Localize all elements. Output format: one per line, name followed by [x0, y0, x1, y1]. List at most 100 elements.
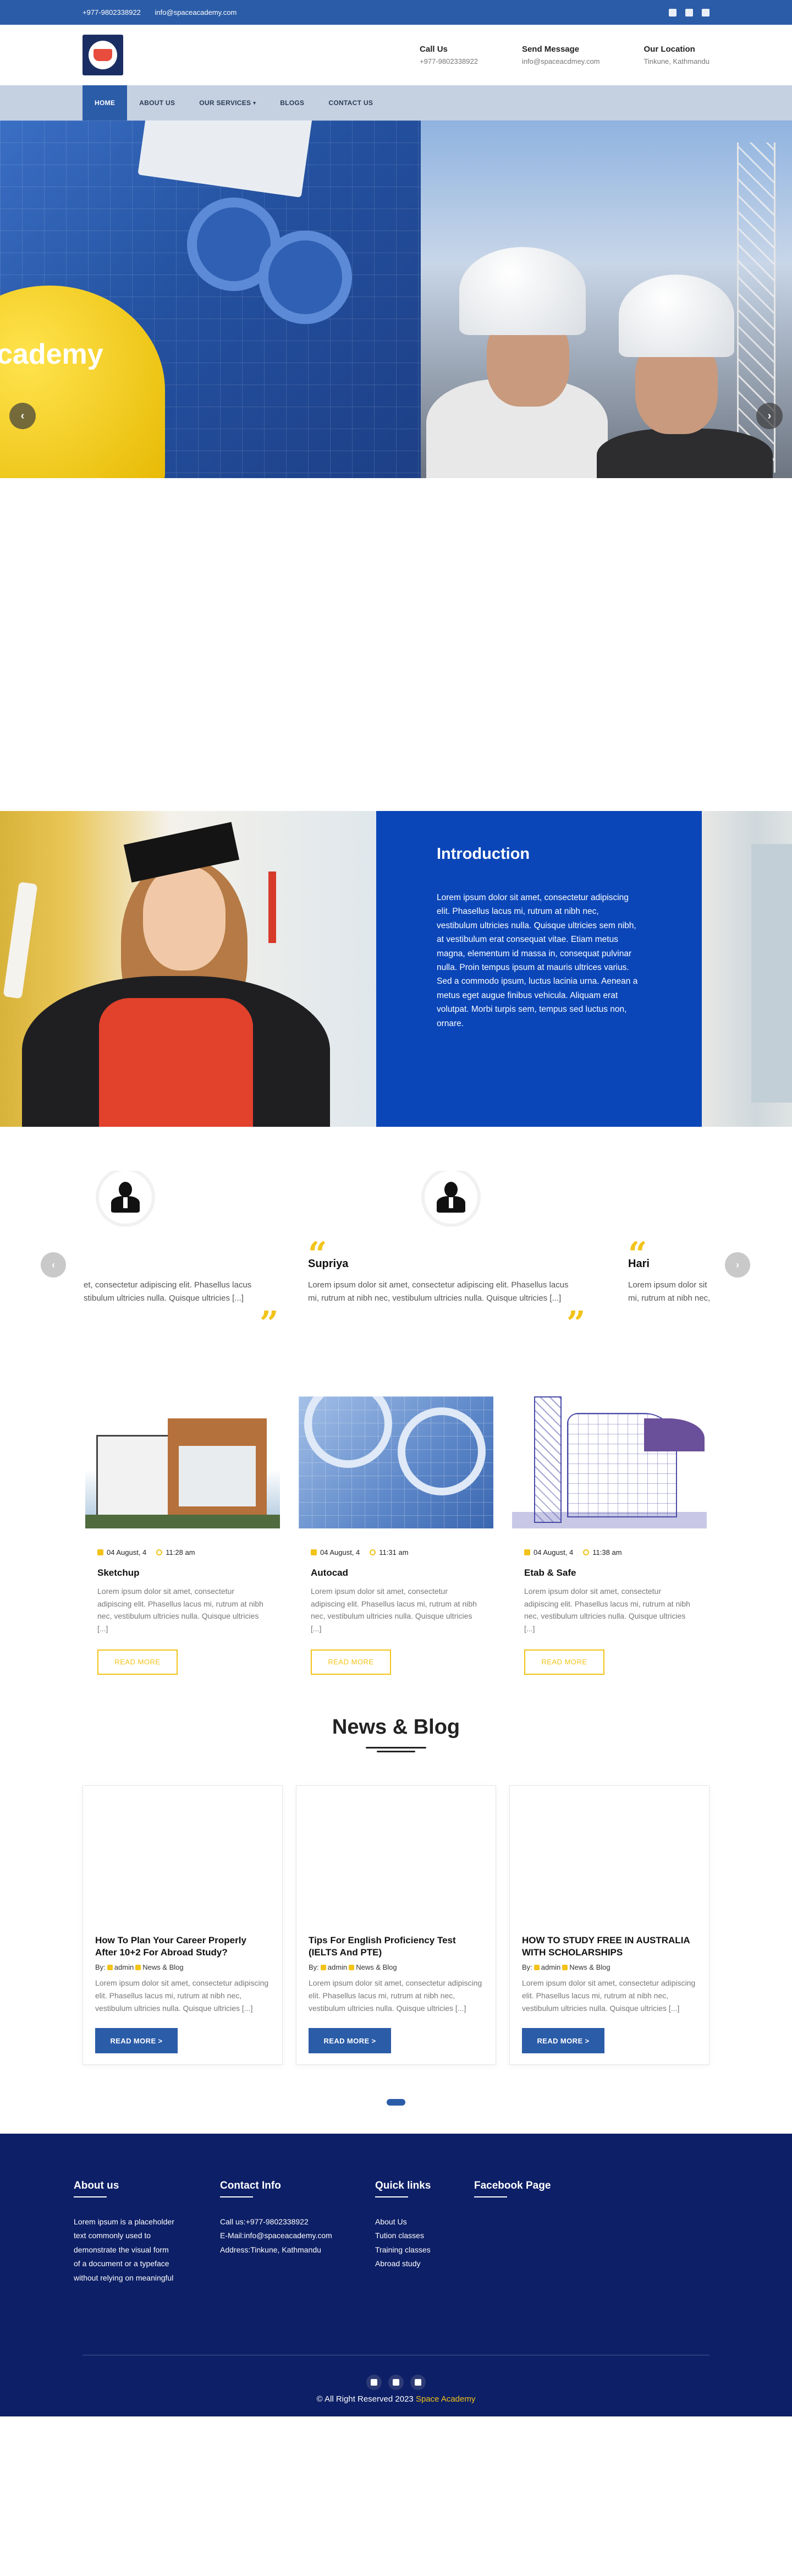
footer-socials [0, 2375, 792, 2390]
course-title[interactable]: Sketchup [97, 1567, 280, 1579]
site-logo[interactable] [82, 35, 123, 75]
read-more-button[interactable]: READ MORE [97, 1649, 178, 1675]
facebook-icon[interactable] [669, 8, 676, 17]
testimonial-next-button[interactable]: › [725, 1252, 750, 1278]
footer-link[interactable]: About Us [375, 2215, 474, 2229]
course-time-text: 11:28 am [166, 1548, 195, 1556]
header: Call Us +977-9802338922 Send Message inf… [0, 25, 792, 85]
steel-tower [534, 1396, 562, 1523]
course-image-etab[interactable] [512, 1396, 707, 1528]
read-more-button[interactable]: READ MORE [524, 1649, 604, 1675]
message-title: Send Message [521, 45, 580, 54]
footer-links-title: Quick links [375, 2180, 431, 2191]
user-icon [534, 1965, 540, 1971]
hero-next-button[interactable]: › [756, 403, 783, 429]
news-card-text: Lorem ipsum dolor sit amet, consectetur … [522, 1978, 696, 2013]
course-meta: 04 August, 4 11:31 am [299, 1548, 493, 1556]
footer-link[interactable]: Abroad study [375, 2257, 474, 2271]
copyright-text: © All Right Reserved 2023 [316, 2394, 414, 2404]
folder-icon [562, 1965, 568, 1971]
course-date-text: 04 August, 4 [320, 1548, 360, 1556]
nav-contact[interactable]: CONTACT US [316, 85, 385, 120]
location-value: Tinkune, Kathmandu [644, 57, 710, 65]
instagram-icon[interactable] [702, 8, 710, 17]
footer-about-line: text commonly used to [74, 2231, 151, 2240]
footer-contact-title: Contact Info [220, 2180, 281, 2191]
footer-contact-address: Address:Tinkune, Kathmandu [220, 2245, 321, 2254]
header-info: Call Us +977-9802338922 Send Message inf… [420, 45, 710, 65]
house-block [96, 1435, 179, 1517]
nav-home[interactable]: HOME [82, 85, 128, 120]
news-author[interactable]: admin [114, 1963, 134, 1971]
news-card-title[interactable]: How To Plan Your Career Properly After 1… [95, 1934, 270, 1959]
course-title[interactable]: Etab & Safe [524, 1567, 707, 1579]
footer-underline [74, 2196, 107, 2197]
news-meta: By: admin News & Blog [95, 1963, 270, 1971]
title-underline [366, 1747, 426, 1749]
cap-tassel [268, 872, 276, 943]
instagram-icon[interactable] [410, 2375, 426, 2390]
course-time-text: 11:38 am [592, 1548, 622, 1556]
read-more-button[interactable]: READ MORE [311, 1649, 391, 1675]
course-date-text: 04 August, 4 [107, 1548, 147, 1556]
calendar-icon [97, 1549, 103, 1555]
course-image-autocad[interactable] [299, 1396, 493, 1528]
call-info: Call Us +977-9802338922 [420, 45, 478, 65]
graduate-photo [0, 811, 376, 1127]
call-value[interactable]: +977-9802338922 [420, 57, 478, 65]
read-more-button[interactable]: READ MORE > [309, 2028, 391, 2053]
graduate-face [143, 866, 226, 971]
course-time: 11:28 am [156, 1548, 195, 1556]
graduation-stole [99, 998, 253, 1127]
news-grid: How To Plan Your Career Properly After 1… [82, 1785, 710, 2065]
facebook-icon[interactable] [366, 2375, 382, 2390]
news-author[interactable]: admin [541, 1963, 560, 1971]
youtube-glyph [393, 2379, 399, 2386]
course-image-sketchup[interactable] [85, 1396, 280, 1528]
course-time-text: 11:31 am [379, 1548, 409, 1556]
message-value[interactable]: info@spaceacdmey.com [522, 57, 600, 65]
footer-link[interactable]: Tution classes [375, 2229, 474, 2243]
news-card-title[interactable]: Tips For English Proficiency Test (IELTS… [309, 1934, 483, 1959]
news-author[interactable]: admin [328, 1963, 347, 1971]
footer-facebook-title: Facebook Page [474, 2180, 551, 2191]
nav-services[interactable]: OUR SERVICES ▾ [187, 85, 268, 120]
youtube-icon[interactable] [388, 2375, 404, 2390]
calendar-icon [524, 1549, 530, 1555]
hero-prev-button[interactable]: ‹ [9, 403, 36, 429]
courses-section: 04 August, 4 11:28 am Sketchup Lorem ips… [0, 1396, 792, 1715]
footer-columns: About us Lorem ipsum is a placeholder te… [74, 2180, 584, 2285]
read-more-button[interactable]: READ MORE > [522, 2028, 604, 2053]
nav-about[interactable]: ABOUT US [127, 85, 187, 120]
course-text: Lorem ipsum dolor sit amet, consectetur … [524, 1587, 690, 1634]
news-card: Tips For English Proficiency Test (IELTS… [296, 1785, 496, 2065]
footer-contact-email[interactable]: E-Mail:info@spaceacademy.com [220, 2229, 375, 2243]
call-title: Call Us [420, 45, 448, 54]
carousel-pager-dot[interactable] [387, 2099, 405, 2106]
copyright-brand[interactable]: Space Academy [416, 2394, 475, 2404]
nav-blogs[interactable]: BLOGS [268, 85, 316, 120]
youtube-icon[interactable] [685, 8, 693, 17]
top-socials [669, 8, 710, 17]
footer-link[interactable]: Training classes [375, 2243, 474, 2257]
news-by: By: [95, 1963, 106, 1972]
course-card: 04 August, 4 11:28 am Sketchup Lorem ips… [85, 1396, 280, 1675]
top-phone[interactable]: +977-9802338922 [82, 8, 141, 17]
news-category[interactable]: News & Blog [142, 1963, 183, 1971]
news-card-text: Lorem ipsum dolor sit amet, consectetur … [309, 1978, 482, 2013]
news-category[interactable]: News & Blog [569, 1963, 610, 1971]
testimonial-prev-button[interactable]: ‹ [41, 1252, 66, 1278]
next-slide-preview [702, 811, 792, 1127]
news-card-title[interactable]: HOW TO STUDY FREE IN AUSTRALIA WITH SCHO… [522, 1934, 697, 1959]
news-category[interactable]: News & Blog [356, 1963, 397, 1971]
course-title[interactable]: Autocad [311, 1567, 493, 1579]
footer-about-title: About us [74, 2180, 119, 2191]
hero-image-engineers [421, 120, 792, 478]
read-more-button[interactable]: READ MORE > [95, 2028, 178, 2053]
footer-underline [474, 2196, 507, 2197]
copyright: © All Right Reserved 2023 Space Academy [0, 2394, 792, 2404]
top-email[interactable]: info@spaceacademy.com [155, 8, 237, 17]
footer-contact-phone[interactable]: Call us:+977-9802338922 [220, 2215, 375, 2229]
footer-contact: Contact Info Call us:+977-9802338922 E-M… [220, 2180, 375, 2285]
clock-icon [370, 1549, 376, 1555]
